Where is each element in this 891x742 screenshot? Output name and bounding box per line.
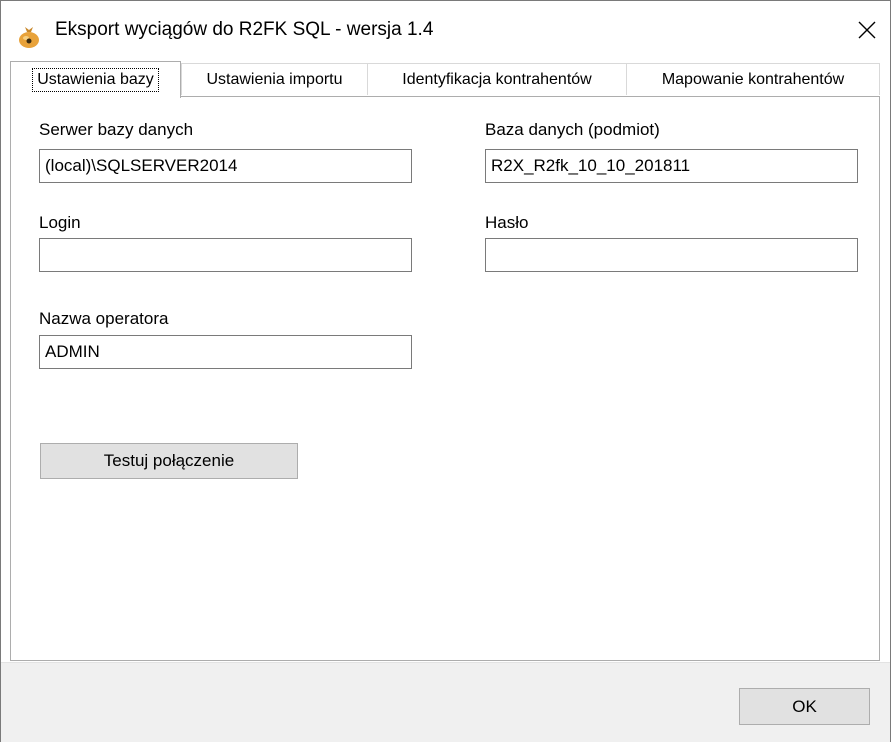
server-input[interactable]	[39, 149, 412, 183]
window-title: Eksport wyciągów do R2FK SQL - wersja 1.…	[55, 19, 434, 40]
tab-strip: Ustawienia bazy Ustawienia importu Ident…	[10, 61, 880, 98]
password-input[interactable]	[485, 238, 858, 272]
operator-input[interactable]	[39, 335, 412, 369]
ok-button[interactable]: OK	[739, 688, 870, 725]
tab-label: Ustawienia importu	[206, 70, 343, 88]
database-input[interactable]	[485, 149, 858, 183]
tab-label: Identyfikacja kontrahentów	[402, 70, 592, 88]
close-button[interactable]	[844, 9, 890, 55]
close-icon	[858, 21, 876, 44]
tab-ustawienia-bazy[interactable]: Ustawienia bazy	[10, 61, 181, 98]
tab-identyfikacja-kontrahentow[interactable]: Identyfikacja kontrahentów	[367, 63, 627, 95]
money-bag-icon	[15, 21, 43, 49]
tab-ustawienia-importu[interactable]: Ustawienia importu	[181, 63, 368, 95]
operator-label: Nazwa operatora	[39, 309, 169, 328]
login-label: Login	[39, 213, 81, 232]
tab-panel-ustawienia-bazy: Serwer bazy danych Baza danych (podmiot)…	[10, 96, 880, 661]
test-connection-button[interactable]: Testuj połączenie	[40, 443, 298, 479]
server-label: Serwer bazy danych	[39, 120, 194, 139]
title-bar[interactable]: Eksport wyciągów do R2FK SQL - wersja 1.…	[1, 1, 890, 61]
tab-label: Ustawienia bazy	[32, 68, 159, 92]
password-label: Hasło	[485, 213, 529, 232]
dialog-window: Eksport wyciągów do R2FK SQL - wersja 1.…	[0, 0, 891, 742]
dialog-footer: OK	[1, 662, 890, 742]
tab-label: Mapowanie kontrahentów	[661, 70, 845, 88]
login-input[interactable]	[39, 238, 412, 272]
tab-mapowanie-kontrahentow[interactable]: Mapowanie kontrahentów	[626, 63, 880, 95]
database-label: Baza danych (podmiot)	[485, 120, 660, 139]
